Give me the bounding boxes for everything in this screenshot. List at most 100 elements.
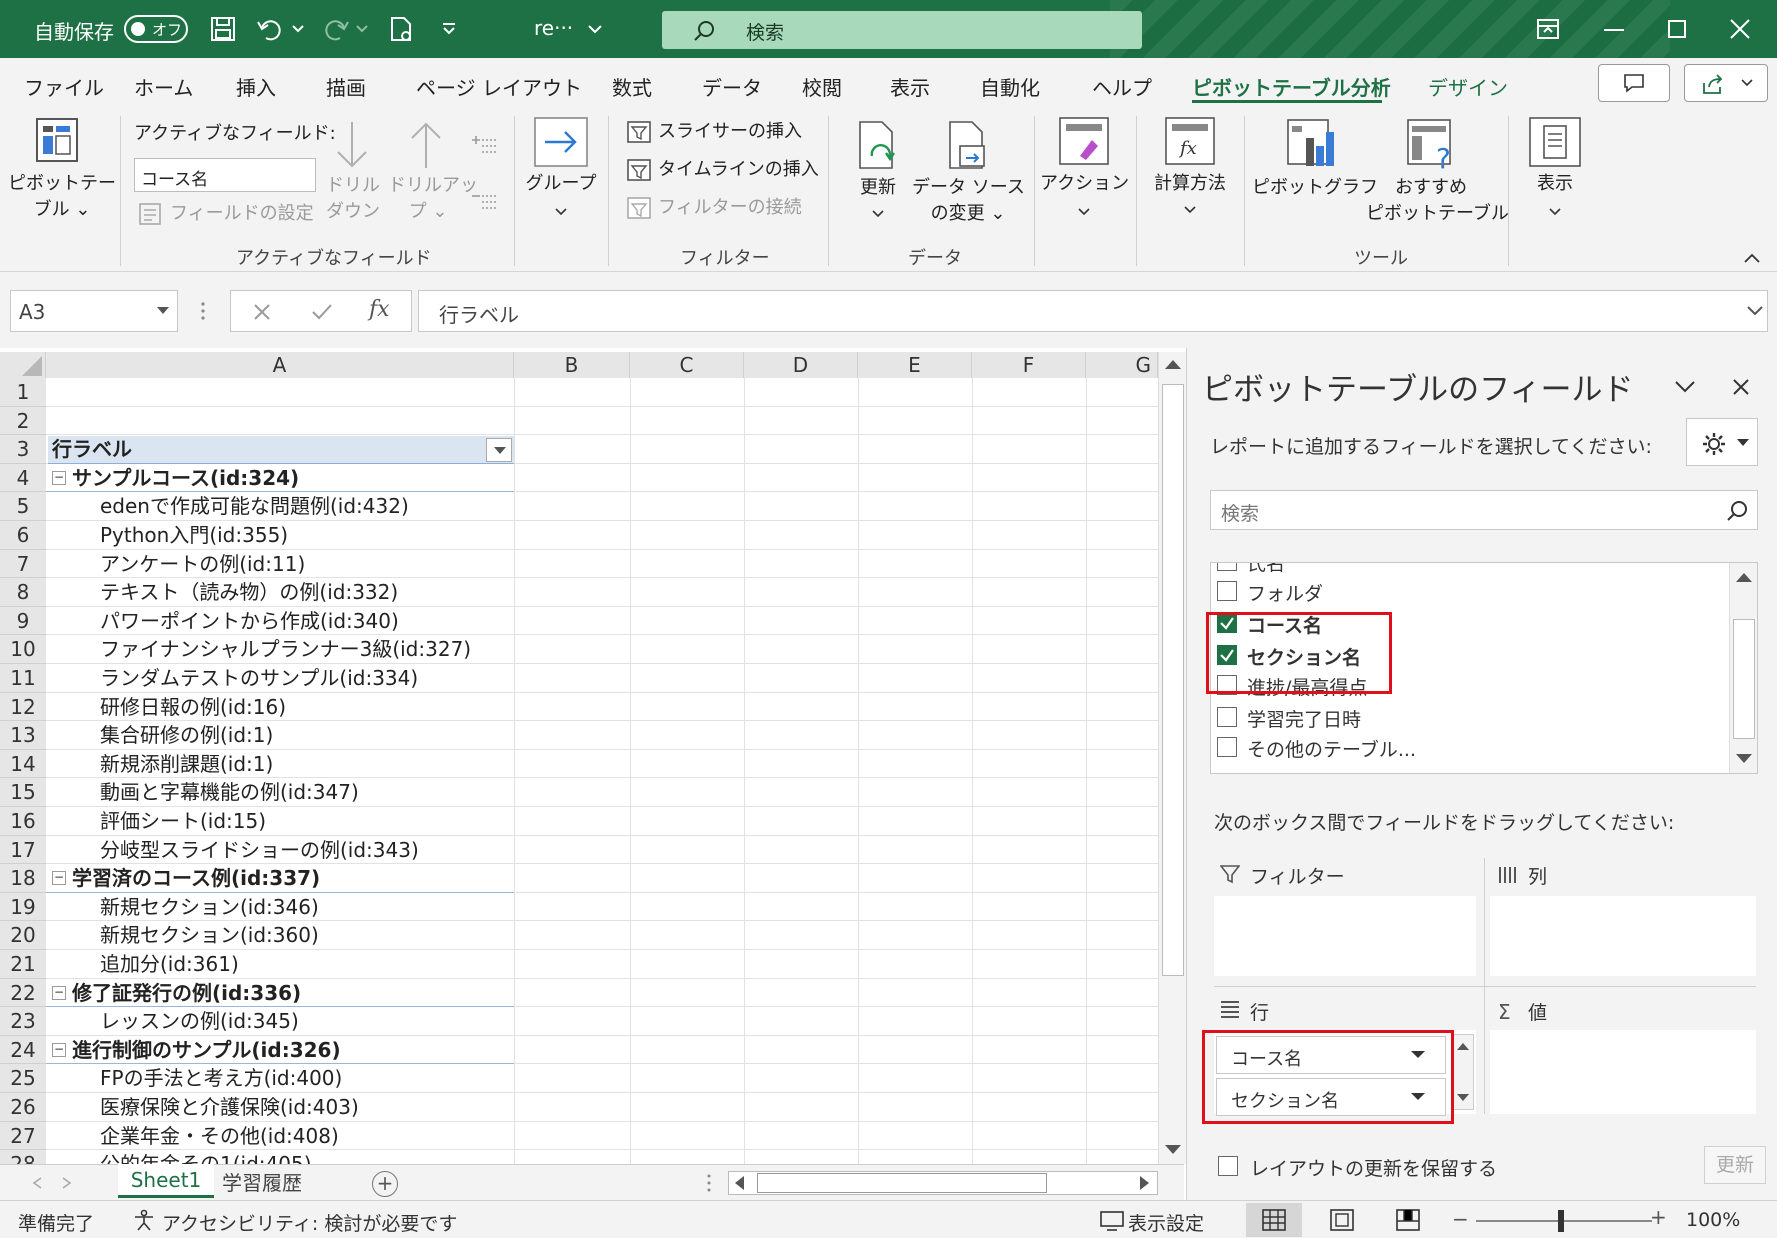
file-name[interactable]: re··· bbox=[534, 16, 573, 40]
redo-icon[interactable] bbox=[322, 16, 350, 42]
name-box-dropdown-icon[interactable] bbox=[157, 307, 169, 315]
section-row[interactable]: 評価シート(id:15) bbox=[100, 807, 510, 835]
field-label[interactable]: その他のテーブル... bbox=[1247, 735, 1416, 762]
enter-icon[interactable] bbox=[311, 303, 333, 321]
add-sheet-button[interactable]: + bbox=[372, 1171, 398, 1197]
row-header[interactable]: 27 bbox=[0, 1121, 46, 1151]
collapse-group-button[interactable]: − bbox=[52, 871, 66, 886]
section-row[interactable]: テキスト（読み物）の例(id:332) bbox=[100, 578, 510, 606]
expand-field-icon[interactable] bbox=[470, 134, 498, 156]
undo-icon[interactable] bbox=[256, 16, 284, 42]
vertical-scroll-thumb[interactable] bbox=[1162, 384, 1184, 976]
section-row[interactable]: ファイナンシャルプランナー3級(id:327) bbox=[100, 635, 510, 663]
zoom-level[interactable]: 100% bbox=[1686, 1209, 1740, 1231]
status-accessibility[interactable]: アクセシビリティ: 検討が必要です bbox=[162, 1209, 457, 1236]
tab-help[interactable]: ヘルプ bbox=[1092, 72, 1152, 101]
display-settings-icon[interactable] bbox=[1100, 1211, 1124, 1231]
row-header[interactable]: 10 bbox=[0, 635, 46, 664]
row-header[interactable]: 17 bbox=[0, 835, 46, 865]
section-row[interactable]: ランダムテストのサンプル(id:334) bbox=[100, 664, 510, 692]
pane-options-chevron-icon[interactable] bbox=[1674, 380, 1696, 394]
field-checkbox[interactable] bbox=[1217, 737, 1237, 757]
tab-pivottable-analyze[interactable]: ピボットテーブル分析 bbox=[1192, 72, 1391, 101]
section-row[interactable]: Python入門(id:355) bbox=[100, 521, 510, 549]
section-row[interactable]: 企業年金・その他(id:408) bbox=[100, 1122, 510, 1150]
vertical-scrollbar[interactable] bbox=[1158, 352, 1186, 1164]
tab-splitter-icon[interactable] bbox=[706, 1173, 712, 1193]
row-header[interactable]: 9 bbox=[0, 606, 46, 636]
section-row[interactable]: アンケートの例(id:11) bbox=[100, 550, 510, 578]
next-sheet-icon[interactable] bbox=[62, 1177, 72, 1189]
row-header[interactable]: 3 bbox=[0, 435, 46, 464]
section-row[interactable]: 医療保険と介護保険(id:403) bbox=[100, 1093, 510, 1121]
pivottable-button[interactable]: ピボットテー ブル ⌄ bbox=[8, 114, 116, 234]
collapse-ribbon-icon[interactable] bbox=[1744, 252, 1760, 264]
row-header[interactable]: 22 bbox=[0, 978, 46, 1008]
field-checkbox[interactable] bbox=[1217, 563, 1237, 571]
pivotchart-button[interactable]: ピボットグラフ bbox=[1252, 114, 1378, 234]
rows-scroll-up-icon[interactable] bbox=[1457, 1041, 1469, 1051]
field-list-scrollbar[interactable] bbox=[1729, 563, 1757, 773]
section-row[interactable]: 新規セクション(id:346) bbox=[100, 893, 510, 921]
filename-dropdown-icon[interactable] bbox=[588, 24, 602, 34]
row-header[interactable]: 19 bbox=[0, 892, 46, 922]
field-scroll-down-icon[interactable] bbox=[1736, 753, 1752, 765]
redo-dropdown-icon[interactable] bbox=[356, 24, 368, 34]
section-row[interactable]: 動画と字幕機能の例(id:347) bbox=[100, 778, 510, 806]
refresh-button[interactable]: 更新 bbox=[842, 114, 914, 234]
show-button[interactable]: 表示 bbox=[1516, 114, 1594, 234]
row-header[interactable]: 24 bbox=[0, 1035, 46, 1065]
tab-insert[interactable]: 挿入 bbox=[236, 72, 276, 101]
field-settings-button[interactable]: フィールドの設定 bbox=[134, 200, 314, 230]
horizontal-scrollbar[interactable] bbox=[728, 1171, 1158, 1195]
row-header[interactable]: 6 bbox=[0, 521, 46, 550]
column-header-a[interactable]: A bbox=[46, 352, 514, 378]
tab-design[interactable]: デザイン bbox=[1428, 72, 1508, 101]
save-icon[interactable] bbox=[210, 16, 236, 42]
insert-function-icon[interactable]: fx bbox=[369, 297, 390, 322]
field-search-box[interactable]: 検索 bbox=[1210, 490, 1758, 530]
ribbon-display-icon[interactable] bbox=[1536, 18, 1560, 40]
course-row[interactable]: 修了証発行の例(id:336) bbox=[72, 979, 508, 1007]
tab-formulas[interactable]: 数式 bbox=[612, 72, 652, 101]
defer-layout-checkbox[interactable] bbox=[1218, 1156, 1238, 1176]
prev-sheet-icon[interactable] bbox=[32, 1177, 42, 1189]
row-header[interactable]: 26 bbox=[0, 1093, 46, 1122]
row-header[interactable]: 13 bbox=[0, 721, 46, 750]
share-button[interactable] bbox=[1684, 64, 1768, 102]
expand-formula-icon[interactable] bbox=[1747, 305, 1763, 317]
section-row[interactable]: 新規添削課題(id:1) bbox=[100, 750, 510, 778]
field-scroll-thumb[interactable] bbox=[1733, 619, 1755, 739]
sheet-tab-sheet1[interactable]: Sheet1 bbox=[118, 1164, 214, 1198]
column-header-e[interactable]: E bbox=[858, 352, 972, 378]
row-header[interactable]: 23 bbox=[0, 1007, 46, 1036]
field-label[interactable]: 学習完了日時 bbox=[1247, 705, 1361, 732]
rows-area-scrollbar[interactable] bbox=[1452, 1034, 1474, 1110]
column-header-d[interactable]: D bbox=[744, 352, 858, 378]
tab-review[interactable]: 校閲 bbox=[802, 72, 842, 101]
row-header[interactable]: 4 bbox=[0, 463, 46, 493]
tab-data[interactable]: データ bbox=[702, 72, 762, 101]
section-row[interactable]: レッスンの例(id:345) bbox=[100, 1007, 510, 1035]
recommended-pivottables-button[interactable]: ? おすすめ ピボットテーブル bbox=[1366, 114, 1509, 234]
scroll-left-icon[interactable] bbox=[733, 1176, 745, 1190]
group-button[interactable]: グループ bbox=[522, 114, 600, 234]
actions-button[interactable]: アクション bbox=[1040, 114, 1129, 234]
row-header[interactable]: 16 bbox=[0, 807, 46, 836]
tab-view[interactable]: 表示 bbox=[890, 72, 930, 101]
column-header-g[interactable]: G bbox=[1086, 352, 1158, 378]
calculations-button[interactable]: fx 計算方法 bbox=[1142, 114, 1238, 234]
section-row[interactable]: 分岐型スライドショーの例(id:343) bbox=[100, 836, 510, 864]
formula-input[interactable]: 行ラベル bbox=[418, 290, 1768, 332]
normal-view-button[interactable] bbox=[1246, 1203, 1302, 1237]
collapse-group-button[interactable]: − bbox=[52, 1042, 66, 1057]
scroll-up-icon[interactable] bbox=[1165, 358, 1181, 370]
column-header-c[interactable]: C bbox=[630, 352, 744, 378]
row-header[interactable]: 25 bbox=[0, 1064, 46, 1093]
section-row[interactable]: FPの手法と考え方(id:400) bbox=[100, 1064, 510, 1092]
section-row[interactable]: パワーポイントから作成(id:340) bbox=[100, 607, 510, 635]
cancel-icon[interactable] bbox=[253, 303, 271, 321]
row-label-filter-button[interactable] bbox=[486, 438, 512, 462]
active-field-input[interactable]: コース名 bbox=[134, 158, 316, 192]
field-scroll-up-icon[interactable] bbox=[1736, 571, 1752, 583]
